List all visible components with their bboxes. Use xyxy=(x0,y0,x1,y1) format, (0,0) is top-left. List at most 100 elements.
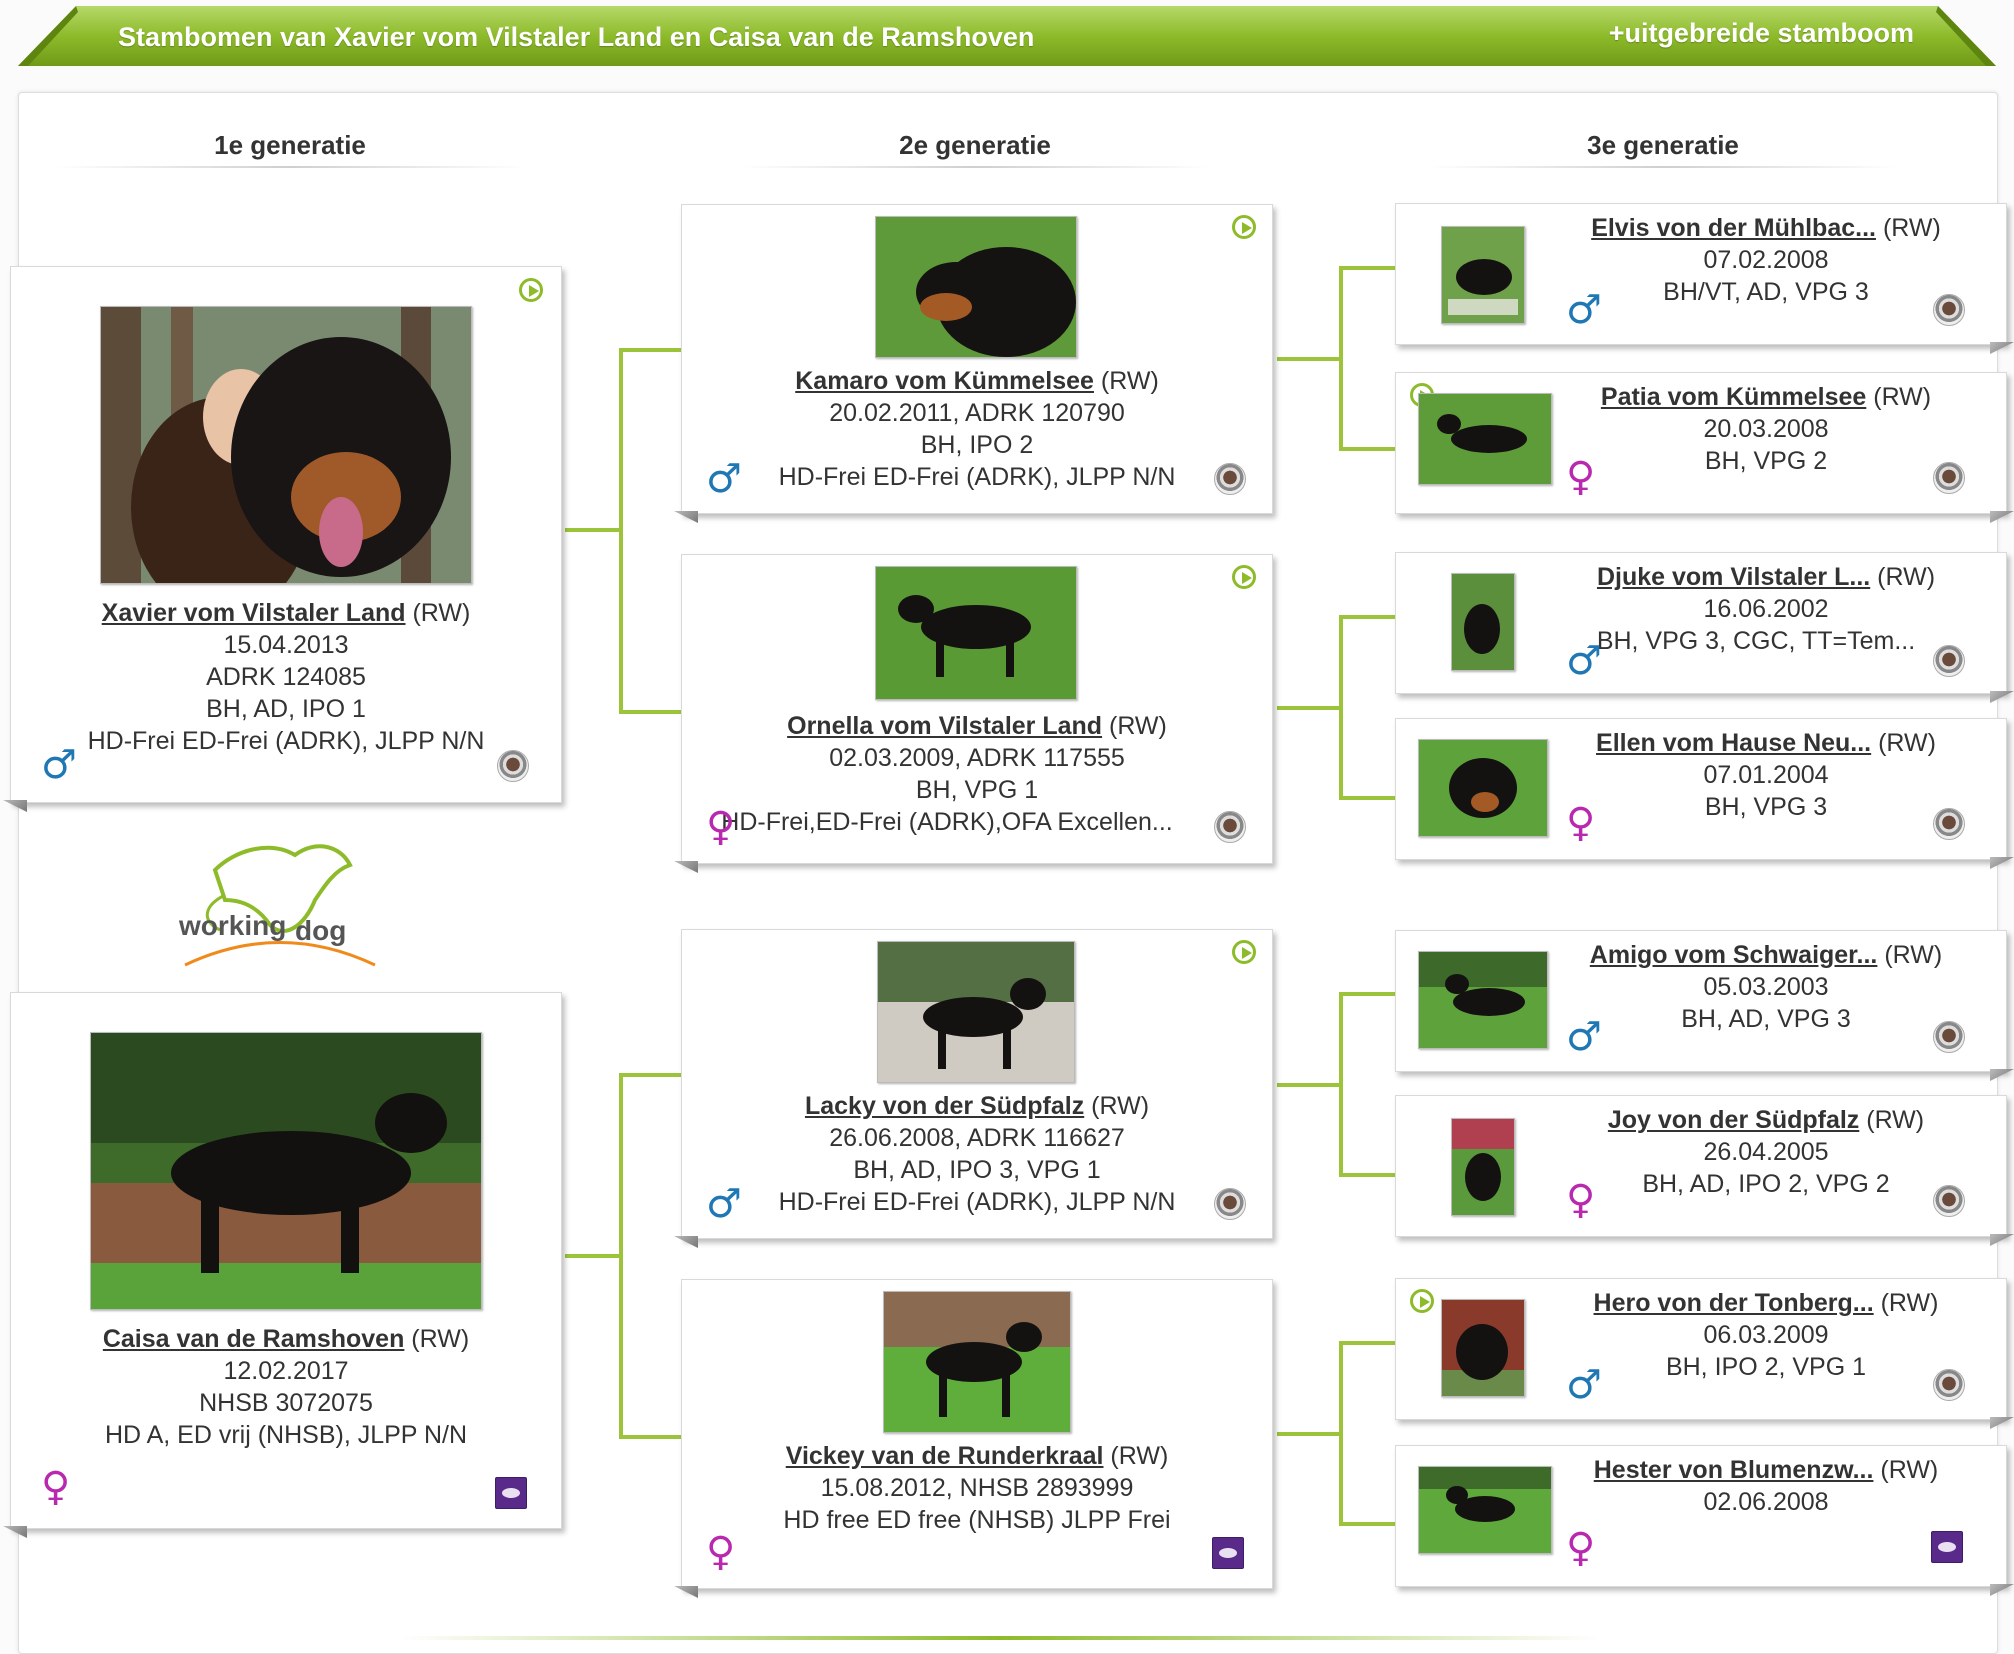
video-play-icon[interactable] xyxy=(519,278,543,302)
dog-photo[interactable] xyxy=(1418,739,1548,837)
breed-tag: (RW) xyxy=(404,1325,470,1353)
female-icon: ♀ xyxy=(1566,800,1596,846)
dog-card-caisa[interactable]: Caisa van de Ramshoven (RW) 12.02.2017 N… xyxy=(3,992,562,1538)
dog-card-vickey[interactable]: Vickey van de Runderkraal (RW) 15.08.201… xyxy=(674,1279,1273,1598)
video-play-icon[interactable] xyxy=(1410,1289,1434,1313)
dog-photo[interactable] xyxy=(90,1032,482,1310)
connector xyxy=(619,710,681,714)
titles: BH, VPG 3, CGC, TT=Tem... xyxy=(1596,627,1916,655)
titles: BH, AD, IPO 1 xyxy=(206,695,366,723)
dog-photo[interactable] xyxy=(100,306,472,584)
birth-registration: 20.02.2011, ADRK 120790 xyxy=(829,399,1125,427)
dog-photo[interactable] xyxy=(875,566,1077,700)
birth-date: 02.06.2008 xyxy=(1703,1488,1829,1516)
breed-tag: (RW) xyxy=(1102,712,1167,740)
rottweiler-club-icon[interactable] xyxy=(1933,645,1965,677)
dog-name-link[interactable]: Patia vom Kümmelsee xyxy=(1601,383,1866,411)
rottweiler-club-icon[interactable] xyxy=(1933,1185,1965,1217)
dog-photo[interactable] xyxy=(1441,226,1525,324)
dog-card-patia[interactable]: Patia vom Kümmelsee (RW) 20.03.2008 BH, … xyxy=(1395,372,2014,523)
dog-photo[interactable] xyxy=(1418,951,1548,1049)
dog-photo[interactable] xyxy=(1441,1299,1525,1397)
dog-card-ornella[interactable]: Ornella vom Vilstaler Land (RW) 02.03.20… xyxy=(674,554,1273,873)
nhsb-icon[interactable] xyxy=(495,1477,527,1509)
video-play-icon[interactable] xyxy=(1232,940,1256,964)
connector xyxy=(1339,1341,1343,1526)
registration: NHSB 3072075 xyxy=(199,1389,373,1417)
dog-name-link[interactable]: Elvis von der Mühlbac... xyxy=(1591,214,1876,242)
extended-pedigree-link[interactable]: +uitgebreide stamboom xyxy=(1609,18,1914,49)
titles: BH, AD, VPG 3 xyxy=(1681,1005,1851,1033)
dog-name-link[interactable]: Hester von Blumenzw... xyxy=(1594,1456,1874,1484)
dog-photo[interactable] xyxy=(1451,1118,1515,1216)
dog-name-link[interactable]: Kamaro vom Kümmelsee xyxy=(795,367,1094,395)
dog-card-amigo[interactable]: Amigo vom Schwaiger... (RW) 05.03.2003 B… xyxy=(1395,930,2014,1081)
rottweiler-club-icon[interactable] xyxy=(1933,1021,1965,1053)
dog-name-link[interactable]: Xavier vom Vilstaler Land xyxy=(102,599,406,627)
dog-name-link[interactable]: Hero von der Tonberg... xyxy=(1594,1289,1874,1317)
connector xyxy=(619,348,623,714)
rottweiler-club-icon[interactable] xyxy=(1214,811,1246,843)
breed-tag: (RW) xyxy=(1103,1442,1169,1470)
rottweiler-club-icon[interactable] xyxy=(1214,463,1246,495)
titles: BH, IPO 2, VPG 1 xyxy=(1665,1353,1867,1381)
rottweiler-club-icon[interactable] xyxy=(1933,1369,1965,1401)
dog-photo[interactable] xyxy=(877,941,1075,1083)
dog-photo[interactable] xyxy=(883,1291,1071,1433)
connector xyxy=(1339,615,1343,800)
female-icon: ♀ xyxy=(1566,1525,1596,1571)
dog-card-lacky[interactable]: Lacky von der Südpfalz (RW) 26.06.2008, … xyxy=(674,929,1273,1248)
dog-card-xavier[interactable]: Xavier vom Vilstaler Land (RW) 15.04.201… xyxy=(3,266,562,812)
dog-card-ellen[interactable]: Ellen vom Hause Neu... (RW) 07.01.2004 B… xyxy=(1395,718,2014,869)
connector xyxy=(1339,796,1395,800)
dog-card-joy[interactable]: Joy von der Südpfalz (RW) 26.04.2005 BH,… xyxy=(1395,1095,2014,1246)
dog-photo[interactable] xyxy=(1418,393,1552,485)
connector xyxy=(1277,706,1341,710)
health: HD-Frei ED-Frei (ADRK), JLPP N/N xyxy=(87,727,485,755)
rottweiler-club-icon[interactable] xyxy=(497,750,529,782)
male-icon: ♂ xyxy=(706,1181,742,1227)
titles: BH, VPG 2 xyxy=(1704,447,1828,475)
male-icon: ♂ xyxy=(706,456,742,502)
health: HD-Frei,ED-Frei (ADRK),OFA Excellen... xyxy=(721,808,1173,836)
dog-photo[interactable] xyxy=(1451,573,1515,671)
connector xyxy=(1339,1341,1395,1345)
breed-tag: (RW) xyxy=(1884,941,1943,969)
dog-name-link[interactable]: Lacky von der Südpfalz xyxy=(805,1092,1084,1120)
dog-name-link[interactable]: Ellen vom Hause Neu... xyxy=(1596,729,1871,757)
dog-card-kamaro[interactable]: Kamaro vom Kümmelsee (RW) 20.02.2011, AD… xyxy=(674,204,1273,523)
dog-card-elvis[interactable]: Elvis von der Mühlbac... (RW) 07.02.2008… xyxy=(1395,203,2014,354)
dog-photo[interactable] xyxy=(875,216,1077,358)
breed-tag: (RW) xyxy=(1880,1456,1939,1484)
birth-date: 05.03.2003 xyxy=(1703,973,1829,1001)
titles: BH, AD, IPO 2, VPG 2 xyxy=(1642,1170,1890,1198)
dog-name-link[interactable]: Vickey van de Runderkraal xyxy=(786,1442,1104,1470)
rottweiler-club-icon[interactable] xyxy=(1933,808,1965,840)
dog-photo[interactable] xyxy=(1418,1466,1552,1554)
dog-name-link[interactable]: Amigo vom Schwaiger... xyxy=(1590,941,1878,969)
dog-name-link[interactable]: Caisa van de Ramshoven xyxy=(103,1325,405,1353)
dog-name-link[interactable]: Djuke vom Vilstaler L... xyxy=(1597,563,1870,591)
rottweiler-club-icon[interactable] xyxy=(1214,1188,1246,1220)
breed-tag: (RW) xyxy=(1866,383,1932,411)
connector xyxy=(1277,1432,1341,1436)
nhsb-icon[interactable] xyxy=(1212,1537,1244,1569)
dog-card-hester[interactable]: Hester von Blumenzw... (RW) 02.06.2008 ♀ xyxy=(1395,1445,2014,1596)
connector xyxy=(619,1073,623,1439)
dog-name-link[interactable]: Ornella vom Vilstaler Land xyxy=(787,712,1102,740)
rottweiler-club-icon[interactable] xyxy=(1933,294,1965,326)
birth-date: 06.03.2009 xyxy=(1703,1321,1829,1349)
connector xyxy=(1339,615,1395,619)
video-play-icon[interactable] xyxy=(1232,565,1256,589)
dog-card-hero[interactable]: Hero von der Tonberg... (RW) 06.03.2009 … xyxy=(1395,1278,2014,1429)
dog-name-link[interactable]: Joy von der Südpfalz xyxy=(1608,1106,1859,1134)
dog-card-djuke[interactable]: Djuke vom Vilstaler L... (RW) 16.06.2002… xyxy=(1395,552,2014,703)
video-play-icon[interactable] xyxy=(1232,215,1256,239)
health: HD-Frei ED-Frei (ADRK), JLPP N/N xyxy=(778,1188,1176,1216)
breed-tag: (RW) xyxy=(1877,563,1936,591)
nhsb-icon[interactable] xyxy=(1931,1531,1963,1563)
rottweiler-club-icon[interactable] xyxy=(1933,462,1965,494)
breed-tag: (RW) xyxy=(1878,729,1936,757)
connector xyxy=(1339,992,1395,996)
breed-tag: (RW) xyxy=(1859,1106,1925,1134)
